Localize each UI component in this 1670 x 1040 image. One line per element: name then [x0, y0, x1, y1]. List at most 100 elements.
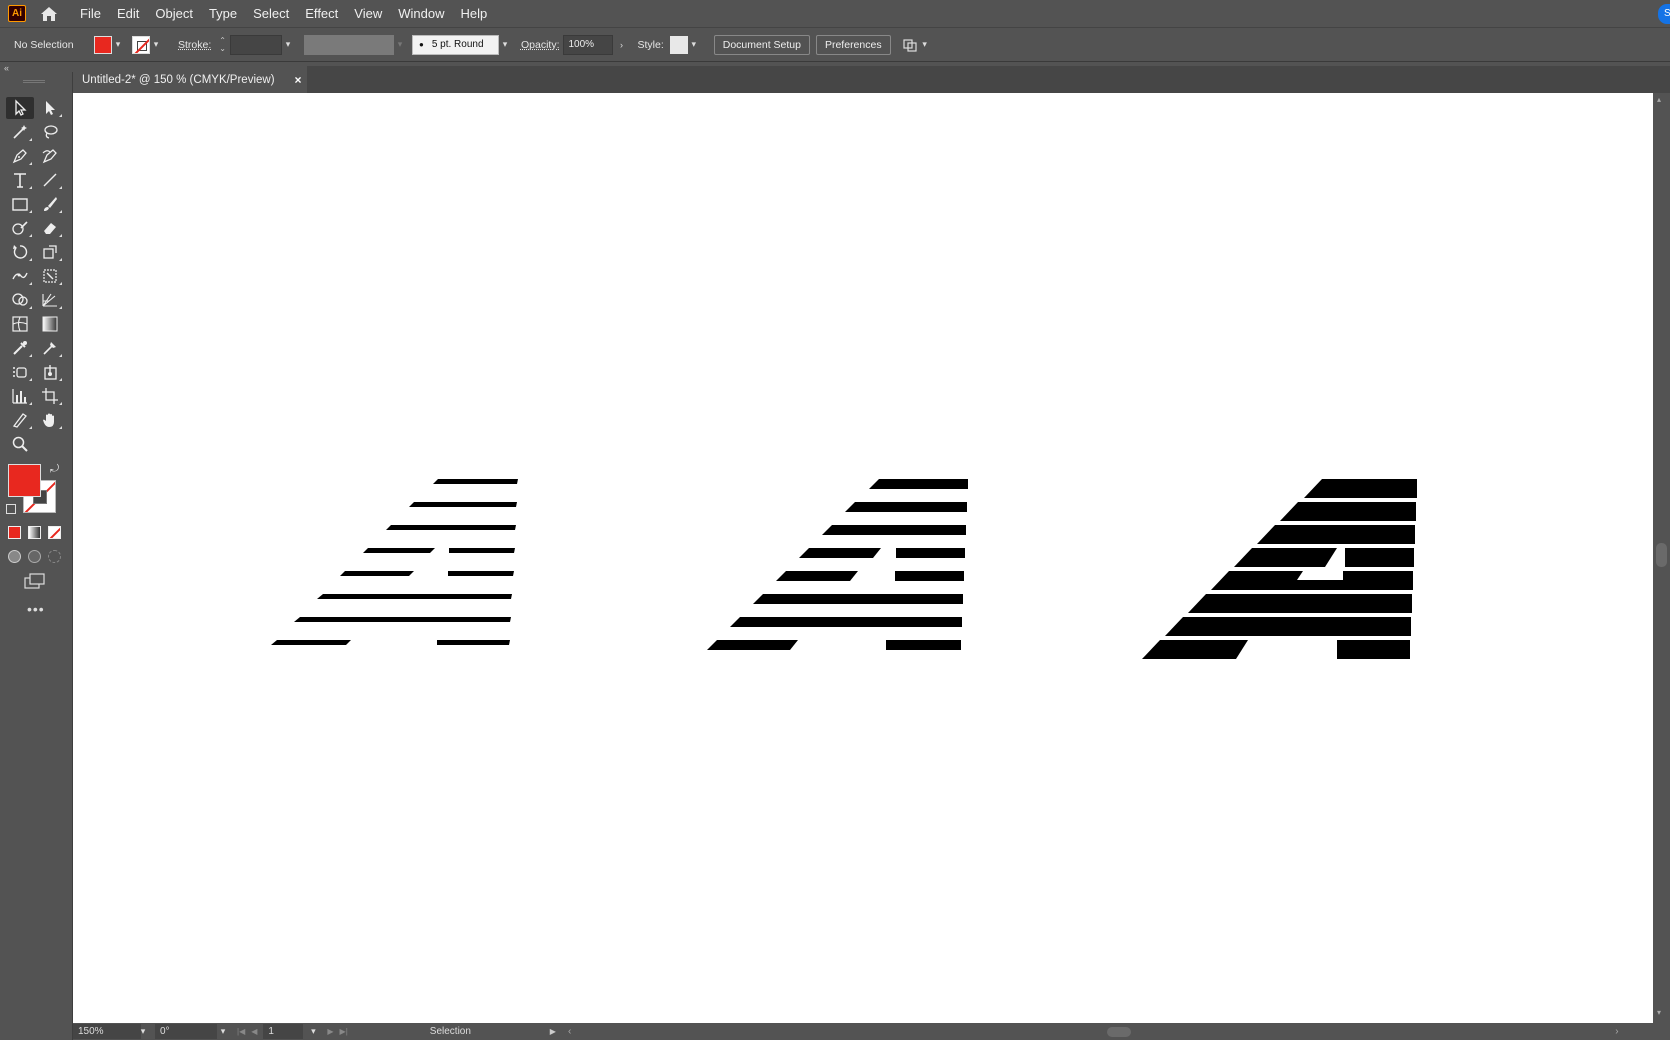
screen-mode-icon[interactable]	[24, 572, 46, 595]
rotation-value: 0°	[160, 1026, 170, 1037]
status-menu-icon[interactable]: ▶	[550, 1027, 556, 1036]
graph-tool-icon[interactable]	[6, 385, 34, 407]
default-colors-icon[interactable]	[6, 504, 16, 514]
lasso-tool-icon[interactable]	[36, 121, 64, 143]
arrange-documents-icon[interactable]: ▾	[902, 38, 931, 52]
type-tool-icon[interactable]	[6, 169, 34, 191]
brush-dropdown-icon[interactable]: ▾	[499, 39, 511, 50]
scroll-down-icon[interactable]: ▾	[1657, 1008, 1661, 1017]
menu-help[interactable]: Help	[452, 0, 495, 28]
gradient-tool-icon[interactable]	[36, 313, 64, 335]
vertical-scroll-thumb[interactable]	[1656, 543, 1667, 567]
symbol-sprayer-tool-icon[interactable]	[6, 361, 34, 383]
color-mode-icon[interactable]	[8, 526, 21, 539]
rotate-tool-icon[interactable]	[6, 241, 34, 263]
hand-tool-icon[interactable]	[36, 409, 64, 431]
horizontal-scrollbar[interactable]	[575, 1024, 1615, 1039]
brush-definition[interactable]: ● 5 pt. Round	[411, 34, 499, 55]
curvature-tool-icon[interactable]	[36, 145, 64, 167]
slice-tool-icon[interactable]	[6, 409, 34, 431]
stroke-color-swatch[interactable]	[132, 35, 150, 54]
zoom-level-field[interactable]: 150%	[73, 1024, 141, 1039]
menu-object[interactable]: Object	[147, 0, 201, 28]
rotation-dropdown-icon[interactable]: ▾	[217, 1026, 229, 1037]
scroll-up-icon[interactable]: ▴	[1657, 95, 1661, 104]
panel-grip[interactable]	[23, 80, 45, 83]
profile-dropdown-icon[interactable]: ▾	[394, 39, 406, 50]
artboard-canvas[interactable]	[73, 93, 1653, 1023]
rotation-field[interactable]: 0°	[155, 1024, 217, 1039]
selection-tool-icon[interactable]	[6, 97, 34, 119]
menu-edit[interactable]: Edit	[109, 0, 147, 28]
eraser-tool-icon[interactable]	[36, 217, 64, 239]
eyedropper-tool-icon[interactable]	[6, 337, 34, 359]
zoom-dropdown-icon[interactable]: ▾	[137, 1026, 149, 1037]
scroll-right-icon[interactable]: ›	[1615, 1026, 1618, 1037]
rectangle-tool-icon[interactable]	[6, 193, 34, 215]
menu-select[interactable]: Select	[245, 0, 297, 28]
document-setup-button[interactable]: Document Setup	[713, 34, 810, 55]
shape-builder-tool-icon[interactable]	[6, 289, 34, 311]
variable-width-profile[interactable]	[303, 34, 394, 55]
fill-dropdown-icon[interactable]: ▾	[112, 39, 124, 50]
scale-tool-icon[interactable]	[36, 241, 64, 263]
artboard-dropdown-icon[interactable]: ▾	[307, 1026, 319, 1037]
share-button[interactable]: S	[1658, 4, 1670, 24]
document-tab-bar: Untitled-2* @ 150 % (CMYK/Preview) ×	[73, 66, 1670, 93]
opacity-label[interactable]: Opacity:	[521, 39, 560, 51]
stroke-weight-dropdown-icon[interactable]: ▾	[282, 39, 294, 50]
brush-dot-icon: ●	[418, 40, 424, 49]
direct-selection-tool-icon[interactable]	[36, 97, 64, 119]
artboard-number-field[interactable]: 1	[263, 1024, 304, 1039]
zoom-tool-icon[interactable]	[6, 433, 34, 455]
last-artboard-icon[interactable]: ▶|	[340, 1027, 348, 1036]
draw-behind-icon[interactable]	[28, 550, 41, 563]
horizontal-scroll-thumb[interactable]	[1107, 1027, 1132, 1037]
close-tab-icon[interactable]: ×	[295, 73, 302, 87]
style-dropdown-icon[interactable]: ▾	[688, 39, 700, 50]
stroke-weight-input[interactable]	[229, 34, 282, 55]
opacity-input[interactable]: 100%	[563, 34, 614, 55]
opacity-arrow-icon[interactable]: ›	[615, 40, 627, 50]
menu-view[interactable]: View	[346, 0, 390, 28]
stroke-dropdown-icon[interactable]: ▾	[150, 39, 162, 50]
live-paint-tool-icon[interactable]	[36, 361, 64, 383]
mesh-tool-icon[interactable]	[6, 313, 34, 335]
shaper-tool-icon[interactable]	[6, 217, 34, 239]
none-mode-icon[interactable]	[48, 526, 61, 539]
magic-wand-tool-icon[interactable]	[6, 121, 34, 143]
tools-panel: ⤾ •••	[0, 72, 73, 1040]
artboard-tool-icon[interactable]	[36, 385, 64, 407]
document-tab[interactable]: Untitled-2* @ 150 % (CMYK/Preview) ×	[73, 66, 307, 93]
blend-tool-icon[interactable]	[36, 337, 64, 359]
gradient-mode-icon[interactable]	[28, 526, 41, 539]
draw-inside-icon[interactable]	[48, 550, 61, 563]
stroke-weight-stepper-icon[interactable]: ⌃ ⌄	[219, 36, 226, 53]
swap-fill-stroke-icon[interactable]: ⤾	[50, 463, 59, 476]
next-artboard-icon[interactable]: ▶	[327, 1027, 333, 1036]
stroke-label[interactable]: Stroke:	[178, 39, 211, 51]
fill-swatch-large[interactable]	[8, 464, 41, 497]
current-tool-status: Selection	[429, 1026, 471, 1037]
menu-file[interactable]: File	[72, 0, 109, 28]
preferences-button[interactable]: Preferences	[815, 34, 891, 55]
free-transform-tool-icon[interactable]	[36, 265, 64, 287]
edit-toolbar-icon[interactable]: •••	[27, 601, 45, 617]
fill-color-swatch[interactable]	[94, 35, 112, 54]
paintbrush-tool-icon[interactable]	[36, 193, 64, 215]
vertical-scrollbar[interactable]: ▴ ▾	[1653, 93, 1670, 1023]
draw-normal-icon[interactable]	[8, 550, 21, 563]
width-tool-icon[interactable]	[6, 265, 34, 287]
first-artboard-icon[interactable]: |◀	[237, 1027, 245, 1036]
home-icon[interactable]	[38, 3, 60, 25]
pen-tool-icon[interactable]	[6, 145, 34, 167]
menu-bar: Ai File Edit Object Type Select Effect V…	[0, 0, 1670, 28]
graphic-style-swatch[interactable]	[669, 35, 688, 54]
menu-window[interactable]: Window	[390, 0, 452, 28]
perspective-grid-tool-icon[interactable]	[36, 289, 64, 311]
previous-artboard-icon[interactable]: ◀	[251, 1027, 257, 1036]
line-tool-icon[interactable]	[36, 169, 64, 191]
scroll-left-icon[interactable]: ‹	[568, 1026, 571, 1037]
menu-effect[interactable]: Effect	[297, 0, 346, 28]
menu-type[interactable]: Type	[201, 0, 245, 28]
